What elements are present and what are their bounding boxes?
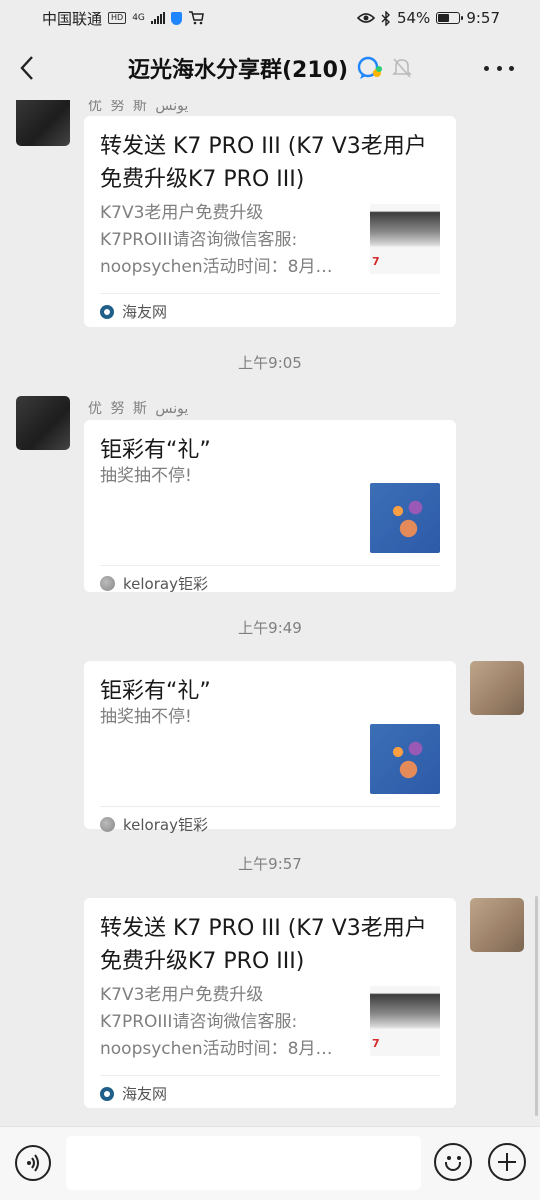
status-bar: 中国联通 HD 4G 54% 9:57 — [0, 0, 540, 36]
emoji-icon[interactable] — [434, 1143, 472, 1181]
card-thumbnail: 7 — [370, 986, 440, 1056]
avatar[interactable] — [16, 100, 70, 146]
group-chat-icon — [357, 56, 383, 79]
cart-icon — [188, 11, 204, 25]
avatar[interactable] — [16, 396, 70, 450]
card-thumbnail — [370, 724, 440, 794]
shield-icon — [170, 11, 182, 25]
card-source-name: 海友网 — [122, 303, 168, 321]
signal-icon — [150, 12, 165, 24]
self-avatar[interactable] — [470, 661, 524, 715]
bluetooth-icon — [381, 10, 390, 26]
card-thumbnail — [370, 483, 440, 553]
timestamp: 上午9:57 — [238, 855, 302, 873]
haiyou-logo-icon — [100, 1086, 114, 1101]
sender-name: 优 努 斯 يونس — [88, 100, 189, 114]
card-source: 海友网 — [100, 293, 440, 329]
battery-percent: 54% — [396, 9, 431, 27]
card-description: 抽奖抽不停! — [100, 707, 192, 727]
card-thumbnail: 7 — [370, 204, 440, 274]
link-card[interactable]: 钜彩有“礼” 抽奖抽不停! keloray钜彩 — [84, 661, 456, 834]
link-card[interactable]: 转发送 K7 PRO III (K7 V3老用户免费升级K7 PRO III) … — [84, 898, 456, 1108]
clock: 9:57 — [466, 9, 500, 27]
keloray-logo-icon — [100, 817, 115, 832]
card-title: 转发送 K7 PRO III (K7 V3老用户免费升级K7 PRO III) — [100, 134, 427, 192]
back-arrow-icon[interactable] — [16, 54, 40, 82]
card-source: 海友网 — [100, 1075, 440, 1111]
card-source-name: keloray钜彩 — [123, 816, 208, 834]
chat-header: 迈光海水分享群(210) — [0, 36, 540, 100]
keloray-logo-icon — [100, 576, 115, 591]
timestamp: 上午9:49 — [238, 619, 302, 637]
sender-name: 优 努 斯 يونس — [88, 401, 189, 417]
hd-icon: HD — [108, 12, 127, 24]
timestamp: 上午9:05 — [238, 354, 302, 372]
plus-icon[interactable] — [488, 1143, 526, 1181]
self-avatar[interactable] — [470, 898, 524, 952]
carrier-label: 中国联通 — [42, 9, 103, 28]
card-source-name: keloray钜彩 — [123, 575, 208, 593]
page-title: 迈光海水分享群(210) — [127, 58, 349, 83]
chat-area[interactable]: 优 努 斯 يونس 转发送 K7 PRO III (K7 V3老用户免费升级K… — [0, 100, 540, 1126]
more-icon[interactable] — [484, 58, 514, 78]
card-description: K7V3老用户免费升级 K7PROIII请咨询微信客服: noopsychen活… — [100, 985, 333, 1059]
card-source-name: 海友网 — [122, 1085, 168, 1103]
message-input[interactable] — [66, 1136, 421, 1190]
eye-icon — [356, 13, 375, 23]
card-description: 抽奖抽不停! — [100, 466, 192, 486]
card-source: keloray钜彩 — [100, 565, 440, 601]
card-description: K7V3老用户免费升级 K7PROIII请咨询微信客服: noopsychen活… — [100, 203, 333, 277]
battery-icon — [436, 12, 464, 24]
haiyou-logo-icon — [100, 304, 114, 319]
input-bar — [0, 1126, 540, 1200]
voice-icon[interactable] — [15, 1145, 51, 1181]
link-card[interactable]: 钜彩有“礼” 抽奖抽不停! keloray钜彩 — [84, 420, 456, 593]
link-card[interactable]: 转发送 K7 PRO III (K7 V3老用户免费升级K7 PRO III) … — [84, 116, 456, 327]
card-source: keloray钜彩 — [100, 806, 440, 842]
scrollbar[interactable] — [535, 896, 538, 1116]
card-title: 转发送 K7 PRO III (K7 V3老用户免费升级K7 PRO III) — [100, 916, 427, 974]
mute-bell-icon — [392, 58, 412, 78]
network-type-label: 4G — [132, 12, 145, 23]
